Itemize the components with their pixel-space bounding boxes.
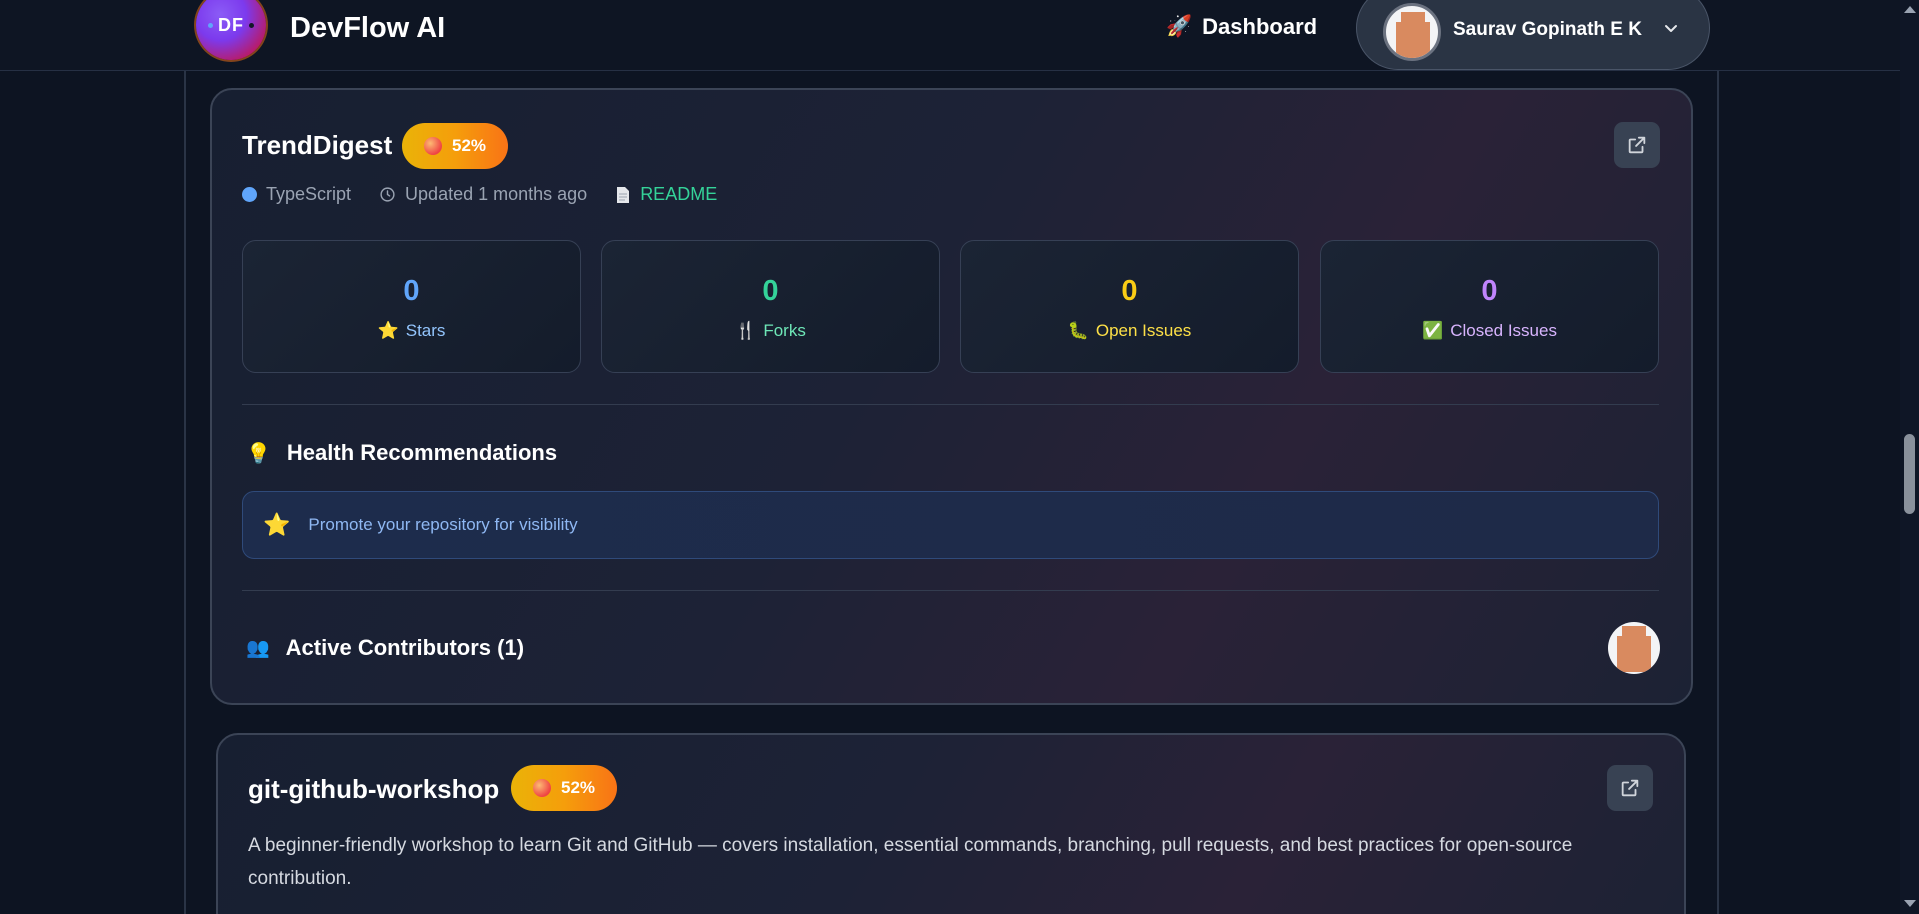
forks-label: Forks bbox=[763, 321, 806, 340]
health-score-badge: 52% bbox=[511, 765, 618, 811]
fork-knife-icon: 🍴 bbox=[735, 321, 757, 340]
health-score-value: 52% bbox=[452, 136, 487, 155]
repo-title[interactable]: git-github-workshop bbox=[248, 774, 499, 805]
forks-count: 0 bbox=[762, 275, 779, 307]
health-recommendations-title: Health Recommendations bbox=[286, 440, 558, 465]
user-avatar bbox=[1383, 3, 1441, 61]
active-contributors-title: Active Contributors (1) bbox=[285, 635, 525, 660]
dashboard-label: Dashboard bbox=[1202, 14, 1318, 39]
language-dot-icon bbox=[242, 187, 257, 202]
chevron-down-icon bbox=[1665, 25, 1677, 32]
language-info: TypeScript bbox=[242, 184, 351, 205]
avatar-figure bbox=[1617, 626, 1651, 672]
open-issues-label: Open Issues bbox=[1095, 321, 1192, 340]
scroll-down-arrow-icon[interactable] bbox=[1904, 900, 1916, 907]
logo-dot-left bbox=[208, 23, 213, 28]
scrollbar-thumb[interactable] bbox=[1904, 434, 1915, 514]
forks-label-row: 🍴 Forks bbox=[602, 321, 939, 341]
language-label: TypeScript bbox=[266, 184, 352, 204]
section-divider bbox=[242, 590, 1659, 591]
stat-card-closed-issues: 0 ✅ Closed Issues bbox=[1320, 240, 1659, 373]
section-divider bbox=[242, 404, 1659, 405]
avatar-figure bbox=[1396, 12, 1430, 58]
top-navbar: DF DevFlow AI 🚀 Dashboard Saurav Gopinat… bbox=[0, 0, 1900, 71]
clock-icon bbox=[380, 187, 395, 202]
repo-card bbox=[210, 88, 1693, 705]
rocket-icon: 🚀 bbox=[1166, 15, 1193, 38]
active-contributors-heading: 👥 Active Contributors (1) bbox=[246, 635, 524, 661]
logo-text: DF bbox=[218, 14, 244, 35]
health-recommendations-heading: 💡 Health Recommendations bbox=[246, 440, 557, 466]
stat-card-stars: 0 ⭐ Stars bbox=[242, 240, 581, 373]
people-icon: 👥 bbox=[246, 638, 270, 659]
readme-label: README bbox=[640, 184, 718, 204]
external-link-icon bbox=[1621, 779, 1639, 797]
page: DF DevFlow AI 🚀 Dashboard Saurav Gopinat… bbox=[0, 0, 1919, 914]
check-box-icon: ✅ bbox=[1422, 321, 1444, 340]
stars-count: 0 bbox=[403, 275, 420, 307]
open-issues-count: 0 bbox=[1121, 275, 1138, 307]
score-orb-icon bbox=[424, 137, 442, 155]
repo-meta: TypeScript Updated 1 months ago README bbox=[242, 184, 745, 205]
updated-label: Updated 1 months ago bbox=[405, 184, 588, 204]
document-icon bbox=[617, 186, 630, 203]
score-orb-icon bbox=[533, 779, 551, 797]
open-external-button[interactable] bbox=[1607, 765, 1653, 811]
user-menu-button[interactable]: Saurav Gopinath E K bbox=[1356, 0, 1710, 70]
readme-link[interactable]: README bbox=[615, 184, 717, 205]
repo-title[interactable]: TrendDigest bbox=[242, 130, 392, 161]
dashboard-link[interactable]: 🚀 Dashboard bbox=[1166, 14, 1317, 40]
recommendation-text: Promote your repository for visibility bbox=[308, 515, 578, 534]
external-link-icon bbox=[1628, 136, 1646, 154]
contributor-avatar[interactable] bbox=[1608, 622, 1660, 674]
user-name: Saurav Gopinath E K bbox=[1453, 19, 1642, 40]
closed-issues-count: 0 bbox=[1481, 275, 1498, 307]
health-score-value: 52% bbox=[561, 778, 596, 797]
repo-description: A beginner-friendly workshop to learn Gi… bbox=[248, 835, 1573, 889]
open-external-button[interactable] bbox=[1614, 122, 1660, 168]
brand-name[interactable]: DevFlow AI bbox=[290, 12, 445, 45]
closed-issues-label-row: ✅ Closed Issues bbox=[1321, 321, 1658, 341]
lightbulb-icon: 💡 bbox=[246, 442, 271, 465]
open-issues-label-row: 🐛 Open Issues bbox=[961, 321, 1298, 341]
stat-card-open-issues: 0 🐛 Open Issues bbox=[960, 240, 1299, 373]
closed-issues-label: Closed Issues bbox=[1450, 321, 1557, 340]
scroll-up-arrow-icon[interactable] bbox=[1904, 6, 1916, 13]
recommendation-item: ⭐ Promote your repository for visibility bbox=[242, 491, 1659, 559]
star-icon: ⭐ bbox=[377, 321, 399, 340]
health-score-badge: 52% bbox=[402, 123, 509, 169]
stars-label-row: ⭐ Stars bbox=[243, 321, 580, 341]
star-icon: ⭐ bbox=[263, 512, 291, 537]
updated-info: Updated 1 months ago bbox=[379, 184, 587, 205]
stars-label: Stars bbox=[405, 321, 446, 340]
devflow-logo[interactable]: DF bbox=[196, 0, 266, 60]
stat-card-forks: 0 🍴 Forks bbox=[601, 240, 940, 373]
bug-icon: 🐛 bbox=[1067, 321, 1089, 340]
logo-dot-right bbox=[249, 23, 254, 28]
